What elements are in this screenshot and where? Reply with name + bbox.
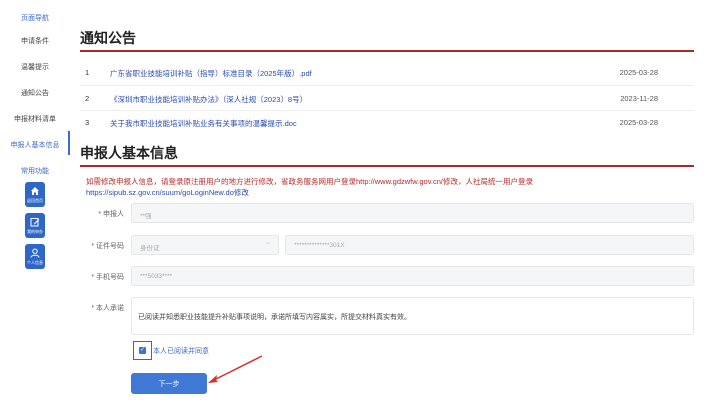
next-button[interactable]: 下一步 <box>131 373 207 394</box>
sidebar-item-notices[interactable]: 通知公告 <box>0 88 70 98</box>
notice-link[interactable]: 《深圳市职业技能培训补贴办法》（深人社规〔2023〕8号） <box>110 94 307 105</box>
phone-field[interactable]: ***5033**** <box>131 266 694 286</box>
sidebar-heading-common: 常用功能 <box>21 168 49 175</box>
chevron-down-icon: ◦◦ <box>265 241 270 247</box>
tile-my-applications-label: 我的申办 <box>27 228 43 234</box>
user-icon <box>30 248 40 258</box>
hint-line-2[interactable]: https://sipub.sz.gov.cn/suum/goLoginNew.… <box>86 188 686 199</box>
notices-title-rule <box>80 50 694 52</box>
id-type-value: 身份证 <box>140 245 160 252</box>
notice-number: 3 <box>85 118 90 127</box>
notice-date: 2025-03-28 <box>619 68 658 77</box>
phone-label: * 手机号码 <box>91 274 124 281</box>
tile-personal-info-label: 个人信息 <box>27 259 43 265</box>
id-label: * 证件号码 <box>91 243 124 250</box>
sidebar-item-materials[interactable]: 申报材料清单 <box>0 114 70 124</box>
tile-my-applications[interactable]: 我的申办 <box>25 213 45 238</box>
edit-icon <box>30 217 40 226</box>
name-field[interactable]: **强 <box>131 203 694 223</box>
hint-line-1: 如需修改申报人信息，请登录原注册用户的地方进行修改，省政务服务网用户登录http… <box>86 177 533 186</box>
notice-link[interactable]: 广东省职业技能培训补贴（指导）标准目录（2025年版）.pdf <box>110 68 312 79</box>
divider <box>80 85 694 86</box>
notices-title: 通知公告 <box>80 30 136 46</box>
sidebar-item-tips[interactable]: 温馨提示 <box>0 62 70 72</box>
notice-date: 2025-03-28 <box>619 118 658 127</box>
applicant-title-rule <box>80 165 694 167</box>
sidebar-heading-nav: 页面导航 <box>21 15 49 22</box>
tile-home[interactable]: 返回首页 <box>25 182 45 207</box>
id-number-field[interactable]: **************301X <box>285 235 694 255</box>
notice-date: 2023-11-28 <box>620 94 658 103</box>
sidebar-item-applicant-info[interactable]: 申报人基本信息 <box>0 140 70 150</box>
id-type-select[interactable]: 身份证 ◦◦ <box>131 235 279 255</box>
applicant-hint: 如需修改申报人信息，请登录原注册用户的地方进行修改，省政务服务网用户登录http… <box>86 177 686 198</box>
notice-row: 2 《深圳市职业技能培训补贴办法》（深人社规〔2023〕8号） 2023-11-… <box>80 87 694 109</box>
tile-home-label: 返回首页 <box>27 197 43 203</box>
commit-label: * 本人承诺 <box>91 305 124 312</box>
sidebar: 页面导航 申请条件 温馨提示 通知公告 申报材料清单 申报人基本信息 常用功能 … <box>0 0 70 415</box>
notice-row: 3 关于我市职业技能培训补贴业务有关事项的温馨提示.doc 2025-03-28 <box>80 111 694 133</box>
agree-checkbox[interactable]: ✓ <box>139 347 146 354</box>
notice-link[interactable]: 关于我市职业技能培训补贴业务有关事项的温馨提示.doc <box>110 118 297 129</box>
home-icon <box>31 186 39 195</box>
commit-text-box: 已阅读并知悉职业技能提升补贴事项说明，承诺所填写内容属实，所提交材料真实有效。 <box>131 297 694 335</box>
notice-number: 1 <box>85 68 90 77</box>
agree-label[interactable]: 本人已阅读并同意 <box>153 346 209 356</box>
tile-personal-info[interactable]: 个人信息 <box>25 244 45 269</box>
notice-number: 2 <box>85 94 90 103</box>
notice-row: 1 广东省职业技能培训补贴（指导）标准目录（2025年版）.pdf 2025-0… <box>80 61 694 83</box>
name-label: * 申报人 <box>98 211 124 218</box>
applicant-title: 申报人基本信息 <box>80 145 178 161</box>
sidebar-active-indicator <box>68 131 70 155</box>
sidebar-item-apply-conditions[interactable]: 申请条件 <box>0 36 70 46</box>
